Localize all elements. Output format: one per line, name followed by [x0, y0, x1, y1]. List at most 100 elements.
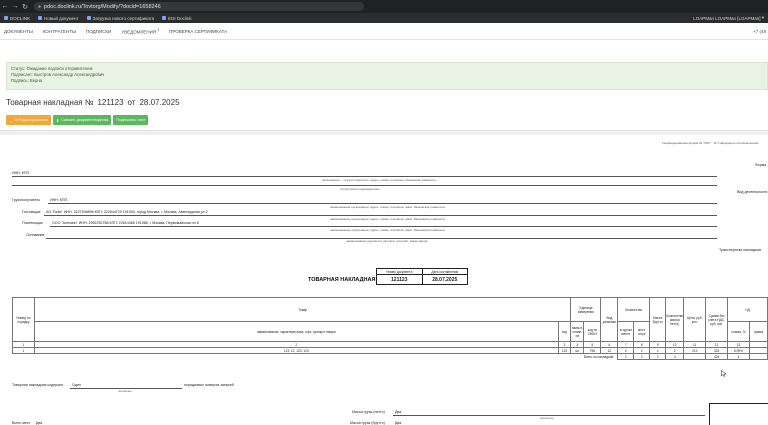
user-name: LOAPMan LOAPMan [LOAPMan] — [693, 15, 761, 21]
notifications-badge: 1 — [157, 27, 160, 32]
download-label: Скачать документ/подпись — [61, 118, 109, 122]
nav-notifications[interactable]: УВЕДОМЛЕНИЯ1 — [121, 28, 159, 35]
total-value: 2 — [617, 353, 635, 360]
subdivision-caption: Структурное подразделение — [340, 187, 380, 191]
reload-icon[interactable]: ↻ — [20, 3, 30, 11]
bookmark-label: Новый документ — [44, 15, 79, 21]
attach-suffix: порядковых номеров записей — [184, 383, 234, 387]
bookmark-label: DOCLINK — [10, 15, 31, 21]
cargo-gross-label: Масса груза (брутто) — [350, 421, 385, 425]
payer-caption: наименование организации, адрес, номер т… — [330, 228, 445, 232]
col-goods-sub: наименование, характеристика, сорт, арти… — [33, 321, 559, 342]
nav-certificate-check[interactable]: ПРОВЕРКА СЕРТИФИКАТА — [169, 29, 227, 34]
bookmark-new-document[interactable]: Новый документ — [38, 16, 79, 21]
col-goods-header: Товар — [33, 297, 572, 322]
user-menu[interactable]: LOAPMan LOAPMan [LOAPMan] ▾ — [693, 13, 764, 23]
browser-toolbar: ← → ↻ ● pdoc.doclink.ru/Tovtorg/Modify/?… — [0, 0, 768, 13]
activity-label: Вид деятельности — [737, 190, 768, 194]
col-vat-sum-header: сумма — [748, 321, 768, 342]
consignee-caption: наименование организации, адрес, номер т… — [330, 205, 445, 209]
shipper-inn: ИНН: КПП: — [12, 171, 31, 175]
basis-label: Основание — [26, 233, 45, 237]
document-title: ТОВАРНАЯ НАКЛАДНАЯ — [308, 277, 376, 283]
edit-label: К Редактированию — [15, 118, 48, 122]
attach-caption: прописью — [118, 389, 132, 393]
unified-form-note: Унифицированная форма № ТОРГ - 12 Утверж… — [662, 141, 759, 145]
title-from: от — [127, 98, 136, 107]
total-value: 2 — [649, 353, 667, 360]
supplier-caption: наименование организации, адрес, номер т… — [330, 217, 445, 221]
forward-icon[interactable]: → — [10, 3, 20, 10]
totals-row: Всего по накладной 2 2 2 4 424 4 — [13, 353, 768, 360]
bookmarks-bar: DOCLINK Новый документ Загрузка нового с… — [0, 13, 768, 23]
cargo-net-label: Масса груза (нетто) — [352, 410, 385, 414]
signature-line: Подпись: Верна — [11, 78, 42, 83]
total-value: 2 — [633, 353, 651, 360]
doc-date-header: Дата составления — [431, 270, 459, 274]
payer-line — [50, 226, 717, 227]
address-bar[interactable]: ● pdoc.doclink.ru/Tovtorg/Modify/?docid=… — [34, 2, 364, 11]
lock-icon: ● — [38, 3, 42, 10]
supplier-label: Поставщик — [22, 210, 41, 214]
doc-number-value: 121123 — [377, 275, 423, 285]
cargo-gross-value: Два — [395, 421, 402, 425]
shipper-line — [12, 176, 717, 177]
col-net-header: Количество (масса нетто) — [665, 297, 685, 342]
mouse-cursor-icon — [721, 370, 726, 377]
bookmark-icon — [86, 16, 91, 20]
total-value — [683, 353, 707, 360]
document-preview: Унифицированная форма № ТОРГ - 12 Утверж… — [0, 135, 768, 425]
title-text: Товарная накладная № — [6, 98, 94, 107]
action-toolbar: ← К Редактированию ⬇ Скачать документ/подп… — [6, 115, 150, 125]
places-label: Всего мест — [12, 421, 31, 425]
cargo-caption: прописью — [540, 416, 554, 420]
url-text: pdoc.doclink.ru/Tovtorg/Modify/?docid=16… — [44, 3, 161, 10]
nav-contractors[interactable]: КОНТРАГЕНТЫ — [43, 29, 76, 34]
bookmark-doclink[interactable]: DOCLINK — [4, 16, 30, 21]
col-qty-header: Количество — [617, 297, 651, 322]
title-date: 28.07.2025 — [139, 98, 180, 107]
total-value: 4 — [665, 353, 685, 360]
back-icon[interactable]: ← — [0, 3, 10, 10]
edit-button[interactable]: ← К Редактированию — [6, 115, 51, 125]
bookmark-label: EDI Doclink — [168, 15, 192, 21]
col-place-header: в одном месте — [617, 321, 635, 342]
payer-label: Плательщик — [22, 221, 43, 225]
doc-date-value: 28.07.2025 — [432, 277, 458, 283]
col-pack-header: Вид упаковки — [600, 297, 619, 342]
col-unit-header: Единица измерения — [570, 297, 602, 322]
bookmark-icon — [38, 16, 43, 20]
doc-number-header: Номер документа — [377, 269, 423, 274]
consignee-line — [48, 203, 717, 204]
signature-frame — [709, 403, 768, 425]
title-number: 121123 — [97, 98, 124, 107]
form-label: Форма — [755, 163, 767, 167]
attach-value: Один — [72, 383, 81, 387]
page-title: Товарная накладная № 121123 от 28.07.2025 — [6, 98, 180, 107]
supplier-value: АО "Бейс" ИНН: 3227408896 КПП: 322644Г29… — [46, 210, 208, 214]
attach-label: Товарная накладная содержит — [12, 383, 64, 387]
places-value: Два — [36, 421, 43, 425]
total-label: Всего по накладной — [583, 354, 614, 359]
payer-value: ООО "Алескин" ИНН: 2955782788 КПП: 22614… — [52, 221, 199, 225]
nav-subscriptions[interactable]: ПОДПИСКИ — [86, 29, 111, 34]
nav-documents[interactable]: ДОКУМЕНТЫ — [4, 29, 33, 34]
status-notice: Статус: Ожидание подписи отправителем По… — [6, 62, 768, 90]
download-button[interactable]: ⬇ Скачать документ/подпись — [52, 115, 112, 125]
arrow-left-icon: ← — [9, 117, 13, 123]
col-price-header: Цена, руб. коп. — [683, 297, 707, 342]
col-vat-rate-header: ставка, % — [727, 321, 750, 342]
subdivision-line — [12, 185, 717, 186]
sign-button[interactable]: Подписать/ лист — [113, 115, 149, 125]
download-icon: ⬇ — [55, 117, 60, 123]
sign-label: Подписать/ лист — [116, 118, 146, 122]
col-vat-header: НД — [727, 297, 768, 322]
col-pieces-header: мест, штук — [633, 321, 651, 342]
col-unit-name-header: наим-е-нован-ие — [570, 321, 585, 342]
bookmark-edi[interactable]: EDI Doclink — [162, 16, 192, 21]
consignee-label: Грузополучатель — [12, 198, 41, 202]
document-number-box: Номер документа Дата составления 121123 … — [376, 268, 468, 285]
total-value: 424 — [705, 353, 729, 360]
bookmark-certificate[interactable]: Загрузка нового сертификата — [86, 16, 154, 21]
total-value: 4 — [727, 353, 750, 360]
